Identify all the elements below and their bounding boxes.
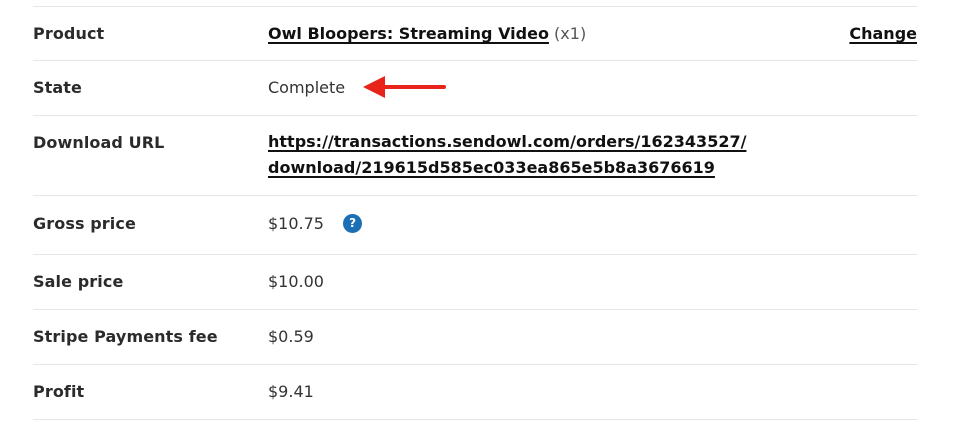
question-circle-icon[interactable]: ? (343, 214, 363, 233)
profit-value: $9.41 (268, 382, 314, 401)
stripe-fee-value: $0.59 (268, 327, 314, 346)
red-arrow-left-icon (363, 76, 446, 98)
gross-price-value: $10.75 (268, 214, 324, 233)
product-label: Product (33, 24, 105, 43)
row-state: State Complete (33, 61, 917, 116)
row-stripe-fee: Stripe Payments fee $0.59 (33, 310, 917, 365)
gross-price-label: Gross price (33, 214, 136, 233)
product-value: Owl Bloopers: Streaming Video (x1) (268, 24, 586, 43)
profit-label: Profit (33, 382, 85, 401)
product-link[interactable]: Owl Bloopers: Streaming Video (268, 24, 549, 43)
change-product-link[interactable]: Change (849, 24, 917, 43)
row-product: Product Owl Bloopers: Streaming Video (x… (33, 6, 917, 61)
product-quantity: (x1) (554, 24, 587, 43)
download-url-link-line1[interactable]: https://transactions.sendowl.com/orders/… (268, 129, 746, 155)
order-details-table: Product Owl Bloopers: Streaming Video (x… (33, 6, 917, 420)
row-gross-price: Gross price $10.75 ? (33, 196, 917, 255)
gross-price-value-wrap: $10.75 ? (268, 214, 363, 234)
sale-price-label: Sale price (33, 272, 124, 291)
sale-price-value: $10.00 (268, 272, 324, 291)
state-label: State (33, 78, 82, 97)
row-download-url: Download URL https://transactions.sendow… (33, 116, 917, 196)
state-value: Complete (268, 78, 346, 97)
stripe-fee-label: Stripe Payments fee (33, 327, 218, 346)
row-profit: Profit $9.41 (33, 365, 917, 420)
download-url-link-line2[interactable]: download/219615d585ec033ea865e5b8a367661… (268, 155, 746, 181)
row-sale-price: Sale price $10.00 (33, 255, 917, 310)
download-url-label: Download URL (33, 133, 165, 152)
download-url-value: https://transactions.sendowl.com/orders/… (268, 129, 746, 181)
